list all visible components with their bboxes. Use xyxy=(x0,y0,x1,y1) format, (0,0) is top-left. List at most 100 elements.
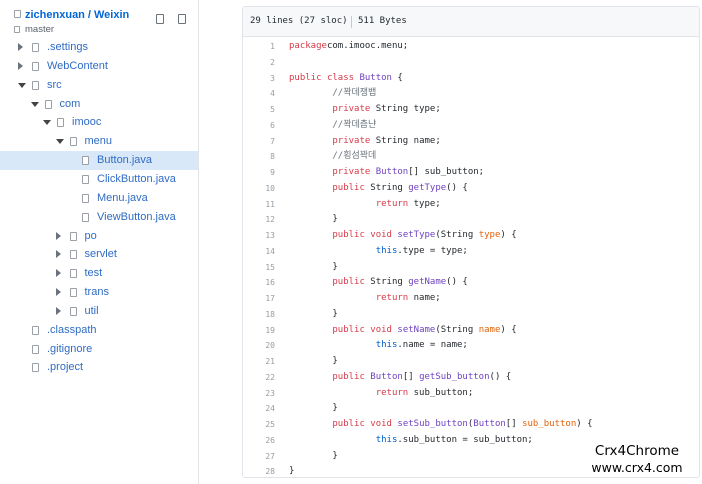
code-token: Button xyxy=(359,72,392,83)
code-token: String type; xyxy=(370,104,441,114)
expand-arrow-icon[interactable] xyxy=(30,101,39,107)
code-text: public String getName() { xyxy=(289,275,468,291)
line-number[interactable]: 17 xyxy=(243,291,275,307)
line-number[interactable]: 23 xyxy=(243,386,275,402)
collapse-arrow-icon[interactable] xyxy=(18,61,23,70)
collapse-arrow-icon[interactable] xyxy=(55,231,61,240)
line-number[interactable]: 11 xyxy=(243,197,275,213)
line-number[interactable]: 18 xyxy=(243,307,275,323)
expand-arrow-icon[interactable] xyxy=(18,82,26,88)
file-tree-sidebar: zichenxuan / Weixin master .settings WebCon… xyxy=(0,0,199,484)
tree-item[interactable]: .project xyxy=(0,358,198,377)
line-number[interactable]: 28 xyxy=(243,464,275,477)
line-number[interactable]: 2 xyxy=(243,55,275,71)
folder-icon xyxy=(69,137,77,147)
code-token: () { xyxy=(446,182,468,193)
code-token: .sub_button = sub_button; xyxy=(397,434,533,445)
line-number[interactable]: 27 xyxy=(243,449,275,465)
line-number[interactable]: 24 xyxy=(243,401,275,417)
tree-item[interactable]: util xyxy=(0,302,198,321)
code-token: //꽉데츰냔 xyxy=(332,119,377,130)
line-number[interactable]: 10 xyxy=(243,181,275,197)
code-line: 21 } xyxy=(243,354,699,370)
line-number[interactable]: 19 xyxy=(243,323,275,339)
tree-item-label: imooc xyxy=(72,116,102,129)
line-number[interactable]: 16 xyxy=(243,275,275,291)
code-text: //꽉데츰냔 xyxy=(289,118,376,134)
folder-icon xyxy=(32,80,39,90)
collapse-arrow-icon[interactable] xyxy=(55,250,61,259)
settings-button[interactable] xyxy=(178,14,186,24)
tree-item[interactable]: servlet xyxy=(0,245,198,264)
line-number[interactable]: 1 xyxy=(243,39,275,55)
code-text: private String type; xyxy=(289,102,441,118)
code-line: 16 public String getName() { xyxy=(243,275,699,291)
code-text: } xyxy=(289,260,337,276)
pin-sidebar-button[interactable] xyxy=(156,14,164,24)
code-text: this.type = type; xyxy=(289,244,468,260)
code-token: package xyxy=(289,41,327,51)
tree-item[interactable]: menu xyxy=(0,132,198,151)
tree-item[interactable]: ClickButton.java xyxy=(0,170,198,189)
collapse-arrow-icon[interactable] xyxy=(18,43,23,51)
tree-item[interactable]: test xyxy=(0,264,198,283)
tree-item[interactable]: .gitignore xyxy=(0,340,198,359)
code-token: } xyxy=(289,214,338,225)
code-text: public void setType(String type) { xyxy=(289,228,516,244)
tree-item[interactable]: ViewButton.java xyxy=(0,208,198,227)
line-number[interactable]: 6 xyxy=(243,118,275,134)
code-text: public class Button { xyxy=(289,71,403,87)
tree-item[interactable]: WebContent xyxy=(0,57,198,76)
line-number[interactable]: 7 xyxy=(243,134,275,150)
line-number[interactable]: 3 xyxy=(243,71,275,87)
tree-item[interactable]: .settings xyxy=(0,38,198,57)
line-number[interactable]: 4 xyxy=(243,86,275,102)
line-number[interactable]: 9 xyxy=(243,165,275,181)
folder-icon xyxy=(32,61,39,71)
tree-item[interactable]: com xyxy=(0,95,198,114)
collapse-arrow-icon[interactable] xyxy=(55,269,61,278)
tree-item-label: test xyxy=(84,267,103,280)
tree-item[interactable]: po xyxy=(0,227,198,246)
tree-item[interactable]: Menu.java xyxy=(0,189,198,208)
code-token: [] sub_button; xyxy=(408,167,485,177)
line-number[interactable]: 12 xyxy=(243,212,275,228)
code-token: public xyxy=(332,324,365,335)
code-text: } xyxy=(289,354,337,370)
line-number[interactable]: 22 xyxy=(243,370,275,386)
code-line: 13 public void setType(String type) { xyxy=(243,228,699,244)
line-number[interactable]: 26 xyxy=(243,433,275,449)
line-number[interactable]: 15 xyxy=(243,260,275,276)
branch-indicator[interactable]: master xyxy=(14,24,54,35)
line-number[interactable]: 25 xyxy=(243,417,275,433)
line-number[interactable]: 13 xyxy=(243,228,275,244)
code-token: type; xyxy=(408,198,441,209)
line-number[interactable]: 8 xyxy=(243,149,275,165)
code-line: 9 private Button[] sub_button; xyxy=(243,165,699,181)
code-token: public xyxy=(332,371,365,382)
repo-owner-link[interactable]: zichenxuan xyxy=(25,9,85,21)
tree-item[interactable]: trans xyxy=(0,283,198,302)
tree-item[interactable]: src xyxy=(0,76,198,95)
tree-item-label: WebContent xyxy=(47,59,108,72)
tree-item[interactable]: .classpath xyxy=(0,321,198,340)
line-number[interactable]: 20 xyxy=(243,338,275,354)
code-token: this xyxy=(375,245,398,256)
repo-name-link[interactable]: Weixin xyxy=(94,9,129,21)
collapse-arrow-icon[interactable] xyxy=(55,306,61,315)
line-number[interactable]: 14 xyxy=(243,244,275,260)
code-token: Button xyxy=(370,371,403,382)
expand-arrow-icon[interactable] xyxy=(55,139,64,145)
tree-item[interactable]: Button.java xyxy=(0,151,198,171)
line-number[interactable]: 5 xyxy=(243,102,275,118)
collapse-arrow-icon[interactable] xyxy=(55,288,61,297)
tree-item[interactable]: imooc xyxy=(0,113,198,132)
code-line: 15 } xyxy=(243,260,699,276)
expand-arrow-icon[interactable] xyxy=(43,120,51,126)
line-number[interactable]: 21 xyxy=(243,354,275,370)
tree-item-label: .gitignore xyxy=(47,342,93,355)
code-token: getName xyxy=(408,277,447,288)
